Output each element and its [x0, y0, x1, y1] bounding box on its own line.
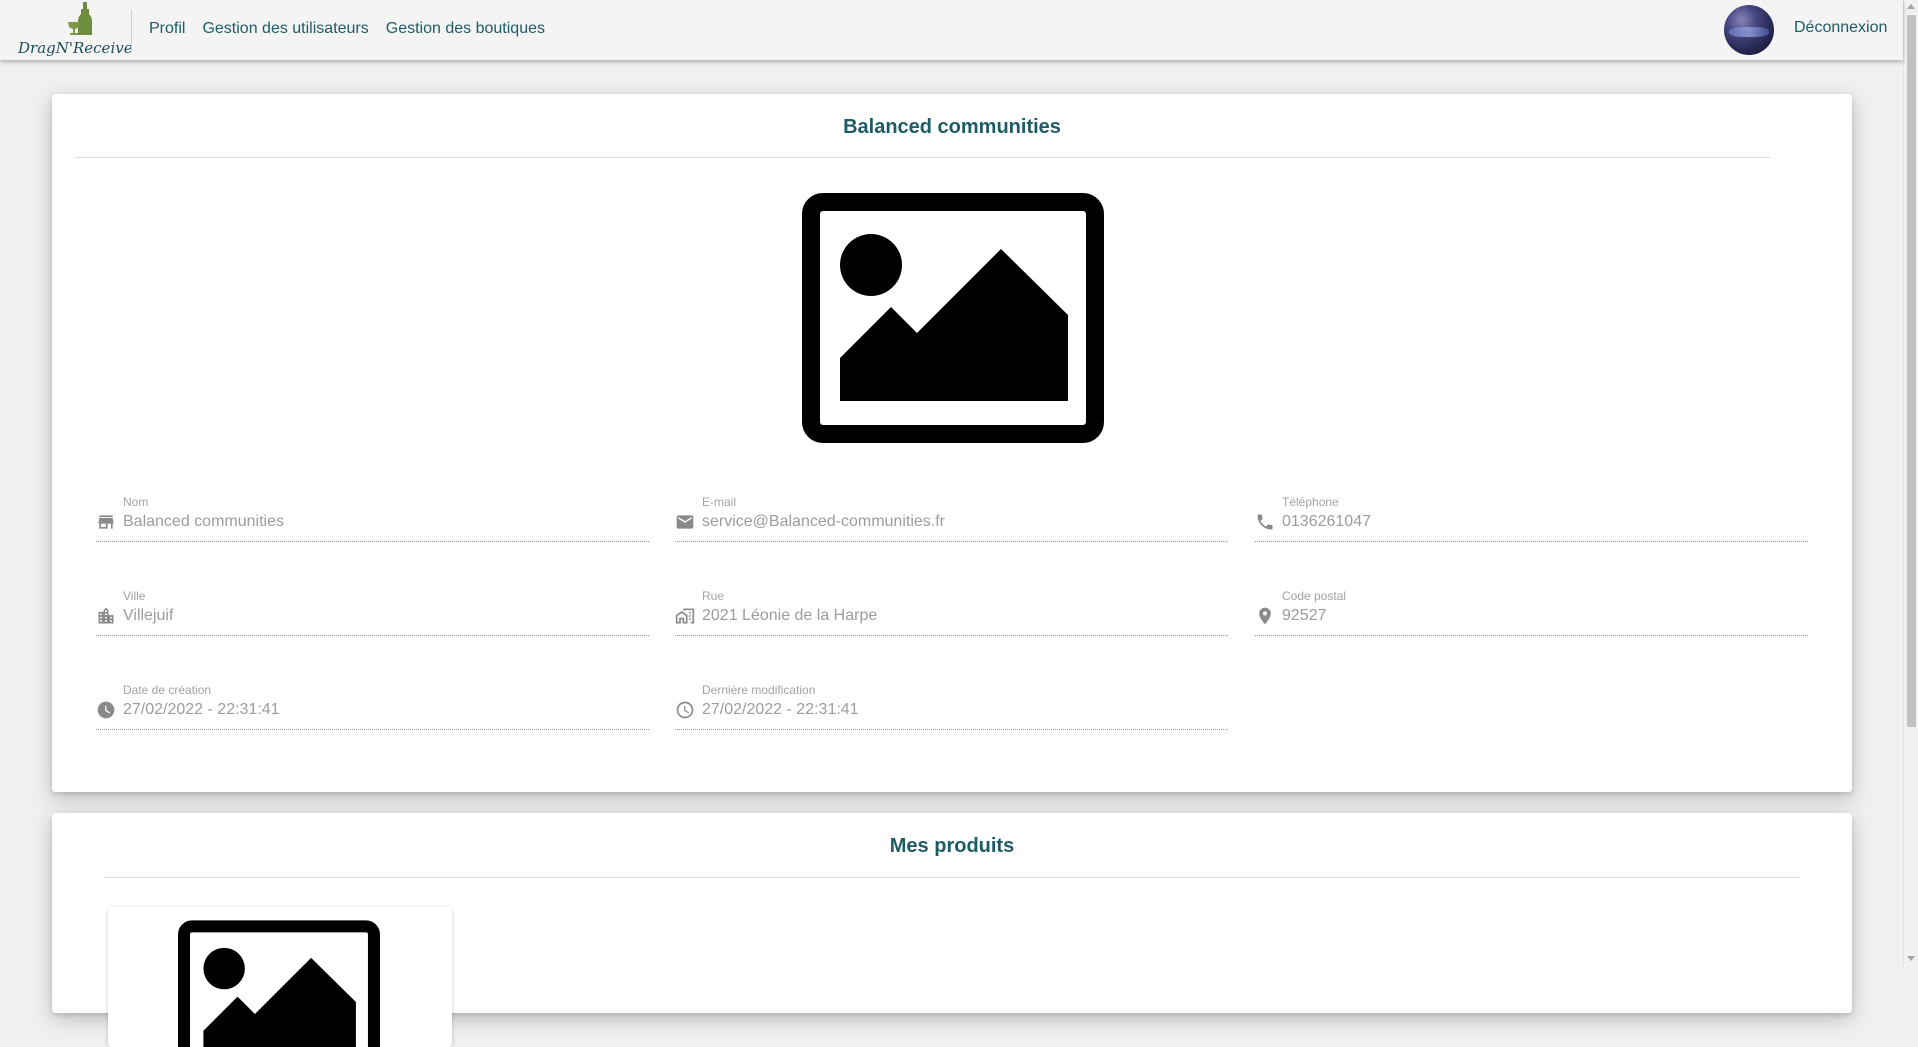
field-date-creation[interactable]: Date de création 27/02/2022 - 22:31:41 [96, 683, 649, 730]
phone-icon [1257, 514, 1273, 530]
topbar-divider [131, 10, 132, 52]
top-bar: DragN'Receive Profil Gestion des utilisa… [0, 0, 1903, 60]
field-email-value: service@Balanced-communities.fr [702, 513, 945, 530]
clock-outline-icon [676, 701, 694, 719]
field-nom[interactable]: Nom Balanced communities [96, 495, 649, 542]
brand-name: DragN'Receive [18, 39, 133, 57]
product-card[interactable] [108, 907, 452, 1047]
location-pin-icon [1259, 607, 1271, 625]
field-ville[interactable]: Ville Villejuif [96, 589, 649, 636]
image-placeholder-icon [802, 193, 1104, 443]
nav-gestion-boutiques[interactable]: Gestion des boutiques [386, 20, 545, 38]
field-derniere-modification-label: Dernière modification [702, 683, 816, 697]
field-email-label: E-mail [702, 495, 737, 509]
clock-filled-icon [97, 701, 115, 719]
store-icon [98, 515, 114, 529]
shop-card: Balanced communities Nom Balanced commun… [52, 94, 1852, 792]
shop-title: Balanced communities [843, 116, 1061, 138]
field-code-postal-value: 92527 [1282, 607, 1327, 624]
field-nom-value: Balanced communities [123, 513, 284, 530]
products-title-divider [104, 877, 1800, 878]
field-date-creation-label: Date de création [123, 683, 212, 697]
products-card: Mes produits [52, 813, 1852, 1047]
nav-gestion-utilisateurs[interactable]: Gestion des utilisateurs [202, 20, 368, 38]
shop-title-divider [75, 157, 1771, 158]
field-code-postal[interactable]: Code postal 92527 [1255, 589, 1808, 636]
main-nav: Profil Gestion des utilisateurs Gestion … [149, 20, 545, 38]
city-icon [98, 607, 114, 624]
field-telephone-value: 0136261047 [1282, 513, 1371, 530]
field-rue[interactable]: Rue 2021 Léonie de la Harpe [675, 589, 1228, 636]
field-date-creation-value: 27/02/2022 - 22:31:41 [123, 701, 280, 718]
brand-logo[interactable]: DragN'Receive [14, 2, 133, 58]
nav-profil[interactable]: Profil [149, 20, 185, 38]
products-title: Mes produits [889, 835, 1015, 857]
field-rue-label: Rue [702, 589, 725, 603]
vertical-scrollbar[interactable] [1903, 0, 1918, 967]
scrollbar-thumb[interactable] [1907, 15, 1916, 727]
field-email[interactable]: E-mail service@Balanced-communities.fr [675, 495, 1228, 542]
field-derniere-modification[interactable]: Dernière modification 27/02/2022 - 22:31… [675, 683, 1228, 730]
street-icon [675, 608, 695, 624]
field-ville-value: Villejuif [123, 607, 174, 624]
field-rue-value: 2021 Léonie de la Harpe [702, 607, 878, 624]
field-derniere-modification-value: 27/02/2022 - 22:31:41 [702, 701, 859, 718]
field-nom-label: Nom [123, 495, 149, 509]
field-telephone-label: Téléphone [1282, 495, 1339, 509]
wine-bottle-icon [68, 2, 92, 35]
field-code-postal-label: Code postal [1282, 589, 1347, 603]
field-ville-label: Ville [123, 589, 146, 603]
scroll-down-arrow-icon[interactable] [1907, 956, 1915, 961]
avatar[interactable] [1724, 5, 1774, 55]
image-placeholder-icon [178, 920, 380, 1047]
field-telephone[interactable]: Téléphone 0136261047 [1255, 495, 1808, 542]
scroll-up-arrow-icon[interactable] [1907, 4, 1915, 9]
mail-icon [676, 515, 694, 529]
logout-link[interactable]: Déconnexion [1794, 19, 1887, 37]
